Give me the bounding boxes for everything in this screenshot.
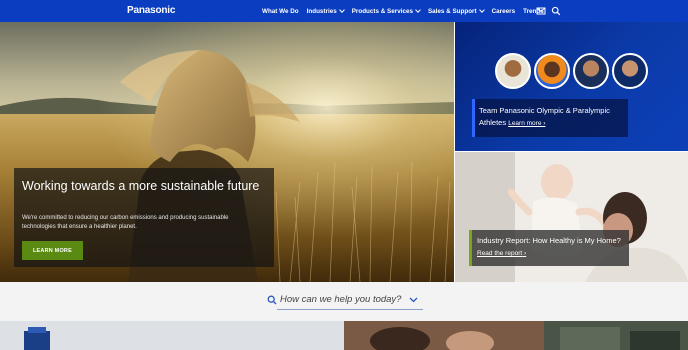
hero-banner: Working towards a more sustainable futur…: [0, 22, 454, 282]
top-navigation-bar: Panasonic What We Do Industries Products…: [0, 0, 688, 22]
hero-description: We're committed to reducing our carbon e…: [22, 215, 229, 230]
nav-item-industries[interactable]: Industries: [306, 6, 345, 15]
search-icon[interactable]: [551, 6, 561, 16]
nav-item-careers[interactable]: Careers: [492, 8, 515, 15]
link-label: Read the report: [477, 250, 523, 257]
mail-icon[interactable]: [536, 6, 546, 16]
report-title: Industry Report: How Healthy is My Home?…: [477, 235, 629, 260]
report-caption: Industry Report: How Healthy is My Home?…: [469, 230, 629, 266]
read-report-link[interactable]: Read the report ›: [477, 250, 526, 257]
help-underline: [277, 309, 423, 310]
panasonic-logo[interactable]: Panasonic: [127, 5, 175, 16]
nav-item-label: Industries: [306, 7, 337, 15]
learn-more-link[interactable]: Learn more ›: [508, 120, 545, 127]
nav-item-sales-support[interactable]: Sales & Support: [427, 6, 485, 15]
bottom-preview-strip: [0, 321, 688, 350]
athletes-title: Team Panasonic Olympic & Paralympic Athl…: [479, 105, 627, 130]
report-panel[interactable]: Industry Report: How Healthy is My Home?…: [455, 152, 688, 282]
help-search-strip: How can we help you today?: [0, 282, 688, 321]
nav-item-what-we-do[interactable]: What We Do: [262, 8, 299, 15]
search-icon: [267, 295, 277, 304]
learn-more-button[interactable]: LEARN MORE: [22, 241, 83, 260]
athletes-caption: Team Panasonic Olympic & Paralympic Athl…: [472, 99, 628, 137]
chevron-down-icon: [478, 6, 485, 13]
chevron-down-icon: [338, 6, 345, 13]
accent-bar: [472, 99, 475, 137]
link-label: Learn more: [508, 120, 542, 127]
nav-item-label: What We Do: [262, 7, 299, 15]
athlete-avatar: [573, 53, 609, 89]
bottom-preview-images: [0, 321, 688, 350]
nav-links: What We Do Industries Products & Service…: [262, 0, 552, 22]
accent-bar: [469, 230, 472, 266]
chevron-down-icon: [410, 297, 418, 302]
nav-item-label: Sales & Support: [427, 7, 477, 15]
help-prompt-text: How can we help you today?: [280, 294, 402, 305]
help-search-prompt[interactable]: How can we help you today?: [267, 294, 418, 305]
report-title-text: Industry Report: How Healthy is My Home?: [477, 236, 621, 245]
nav-item-products-services[interactable]: Products & Services: [351, 6, 421, 15]
hero-title: Working towards a more sustainable futur…: [22, 179, 260, 193]
athlete-avatar: [495, 53, 531, 89]
chevron-down-icon: [415, 6, 421, 13]
athlete-avatar: [612, 53, 648, 89]
nav-item-label: Products & Services: [351, 7, 413, 15]
hero-text-panel: Working towards a more sustainable futur…: [14, 168, 274, 267]
athlete-avatar: [534, 53, 570, 89]
athletes-panel[interactable]: Team Panasonic Olympic & Paralympic Athl…: [455, 22, 688, 151]
nav-item-label: Careers: [491, 7, 516, 15]
